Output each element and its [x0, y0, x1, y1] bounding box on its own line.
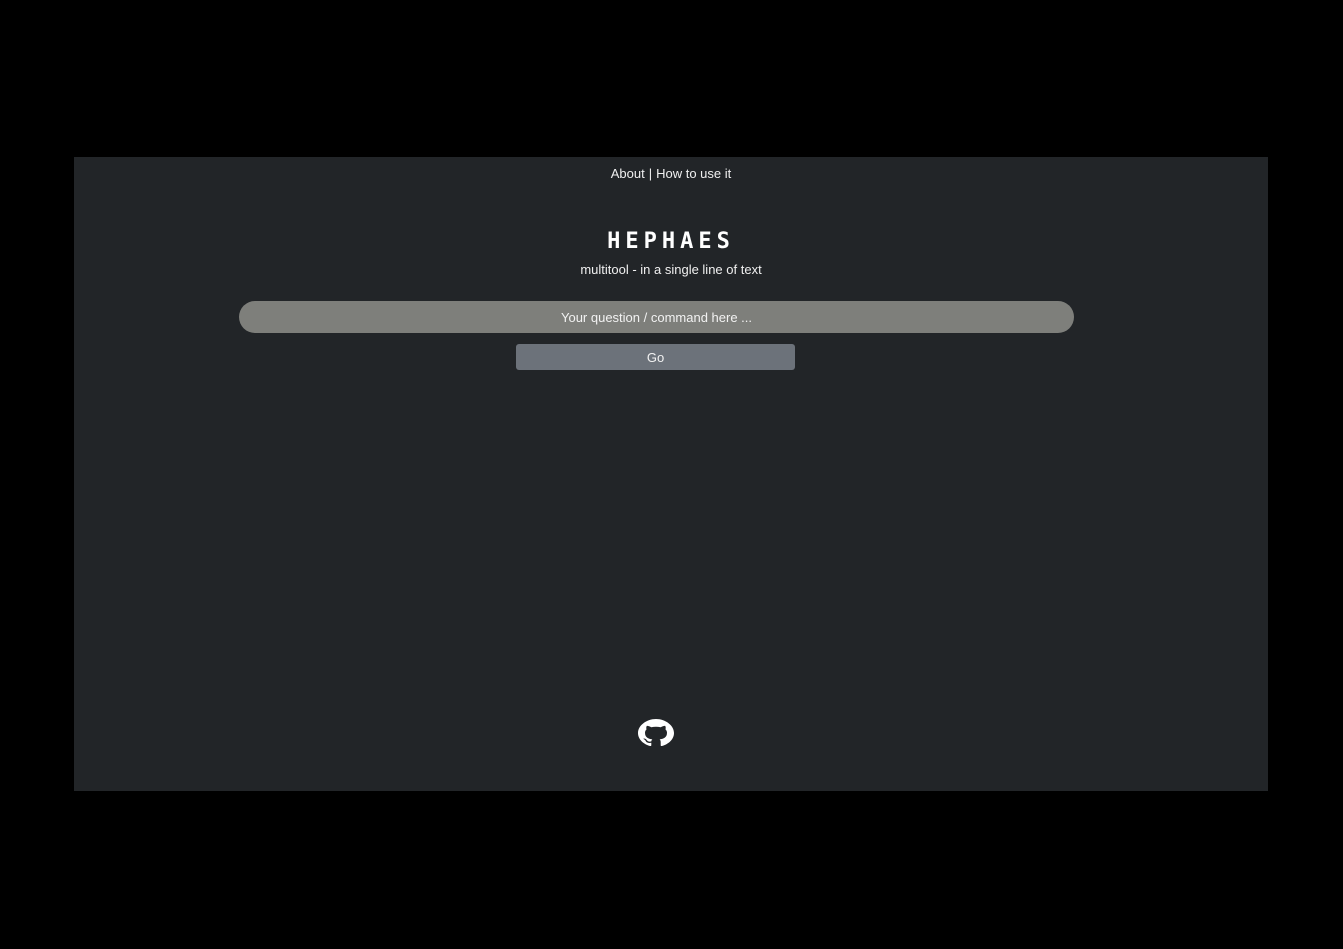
github-link[interactable]	[637, 718, 675, 748]
app-panel: About | How to use it HEPHAES multitool - …	[74, 157, 1268, 791]
how-to-use-link[interactable]: How to use it	[656, 166, 731, 181]
go-button[interactable]: Go	[516, 344, 795, 370]
top-nav: About | How to use it	[74, 166, 1268, 182]
github-icon	[638, 719, 674, 747]
tagline: multitool - in a single line of text	[580, 262, 762, 277]
logo: HEPHAES	[607, 229, 735, 254]
command-input[interactable]	[239, 301, 1074, 333]
about-link[interactable]: About	[611, 166, 645, 181]
nav-separator: |	[648, 166, 653, 181]
